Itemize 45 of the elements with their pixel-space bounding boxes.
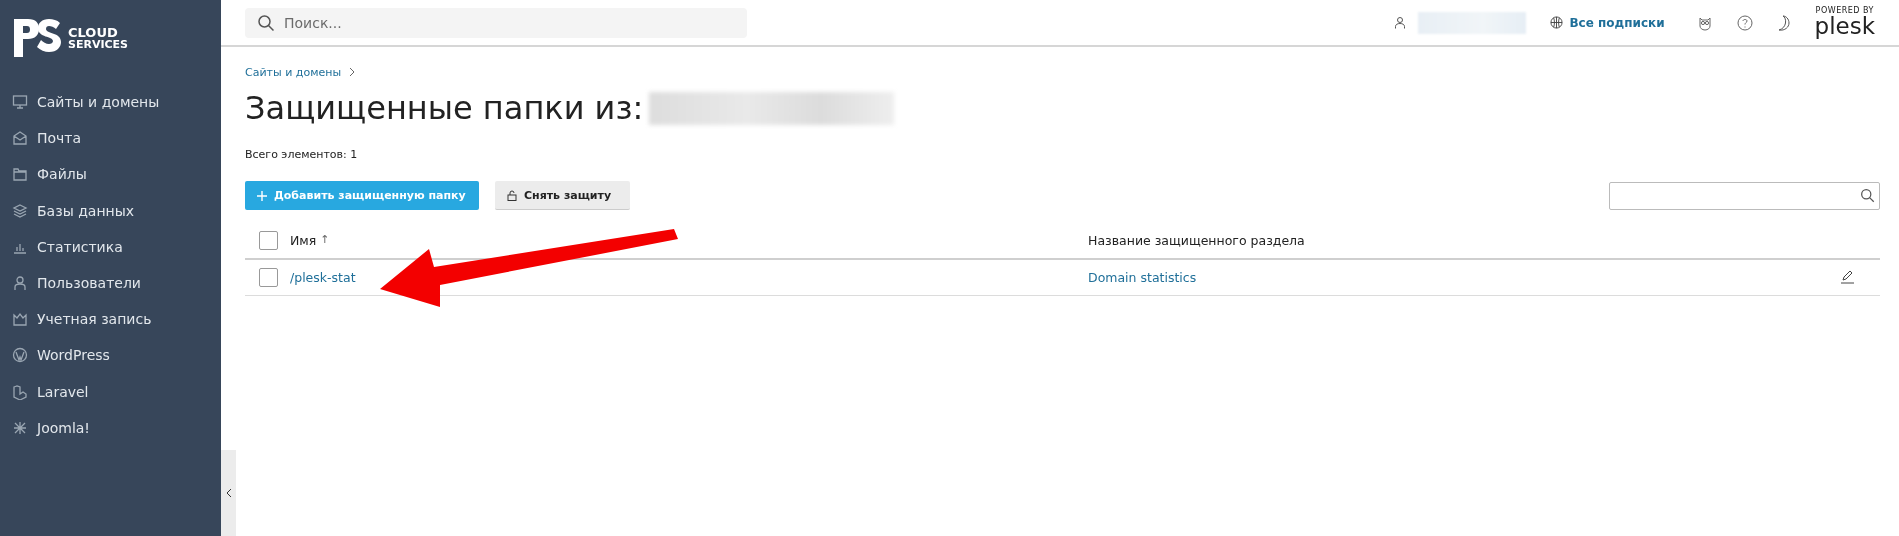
sidebar-item[interactable]: Сайты и домены <box>0 84 221 121</box>
breadcrumb-link[interactable]: Сайты и домены <box>245 65 342 79</box>
user-icon <box>12 275 28 292</box>
folder-icon <box>12 166 28 183</box>
sidebar-item[interactable]: Статистика <box>0 228 221 265</box>
sidebar-item[interactable]: Учетная запись <box>0 301 221 338</box>
monitor-icon <box>12 94 28 111</box>
search-icon <box>257 13 275 32</box>
sidebar-item[interactable]: WordPress <box>0 337 221 374</box>
wordpress-icon <box>12 347 28 364</box>
plesk-logo: POWERED BY plesk <box>1814 7 1875 38</box>
sidebar-item[interactable]: Базы данных <box>0 192 221 229</box>
help-icon[interactable] <box>1736 14 1753 31</box>
realm-link[interactable]: Domain statistics <box>1088 270 1197 285</box>
logo-text: CLOUD SERVICES <box>68 26 129 50</box>
column-header: Название защищенного раздела <box>1088 232 1305 248</box>
chevron-left-icon <box>225 488 232 498</box>
search-icon <box>1860 187 1875 203</box>
sidebar-item[interactable]: Файлы <box>0 156 221 193</box>
moon-icon[interactable] <box>1776 14 1791 31</box>
page-title: Защищенные папки из: <box>245 89 644 127</box>
collapse-handle[interactable] <box>221 450 236 536</box>
row-checkbox[interactable] <box>259 268 278 287</box>
layers-icon <box>12 202 28 219</box>
plus-icon <box>257 190 267 201</box>
crown-icon <box>12 311 28 328</box>
envelope-icon <box>12 130 28 147</box>
sidebar-item[interactable]: Почта <box>0 120 221 157</box>
sort-indicator[interactable]: ↑ <box>320 232 330 248</box>
sidebar-item[interactable]: Пользователи <box>0 264 221 302</box>
select-all-checkbox[interactable] <box>259 230 278 250</box>
subscriptions-link[interactable]: Все подписки <box>1550 15 1665 30</box>
search-field[interactable]: Поиск... <box>245 7 747 38</box>
edit-icon[interactable] <box>1840 268 1855 284</box>
item-count: Всего элементов: 1 <box>245 148 359 161</box>
folder-link[interactable]: /plesk-stat <box>290 270 356 285</box>
filter-field[interactable] <box>1609 181 1880 210</box>
user-icon[interactable] <box>1394 16 1407 29</box>
remove-protection-button[interactable]: Снять защиту <box>495 181 630 210</box>
chevron-right-icon <box>349 67 356 77</box>
unlock-icon <box>507 189 517 201</box>
sidebar-item[interactable]: Laravel <box>0 373 221 410</box>
globe-icon <box>1550 16 1564 29</box>
column-header[interactable]: Имя <box>290 232 317 248</box>
sidebar-item[interactable]: Joomla! <box>0 409 221 446</box>
